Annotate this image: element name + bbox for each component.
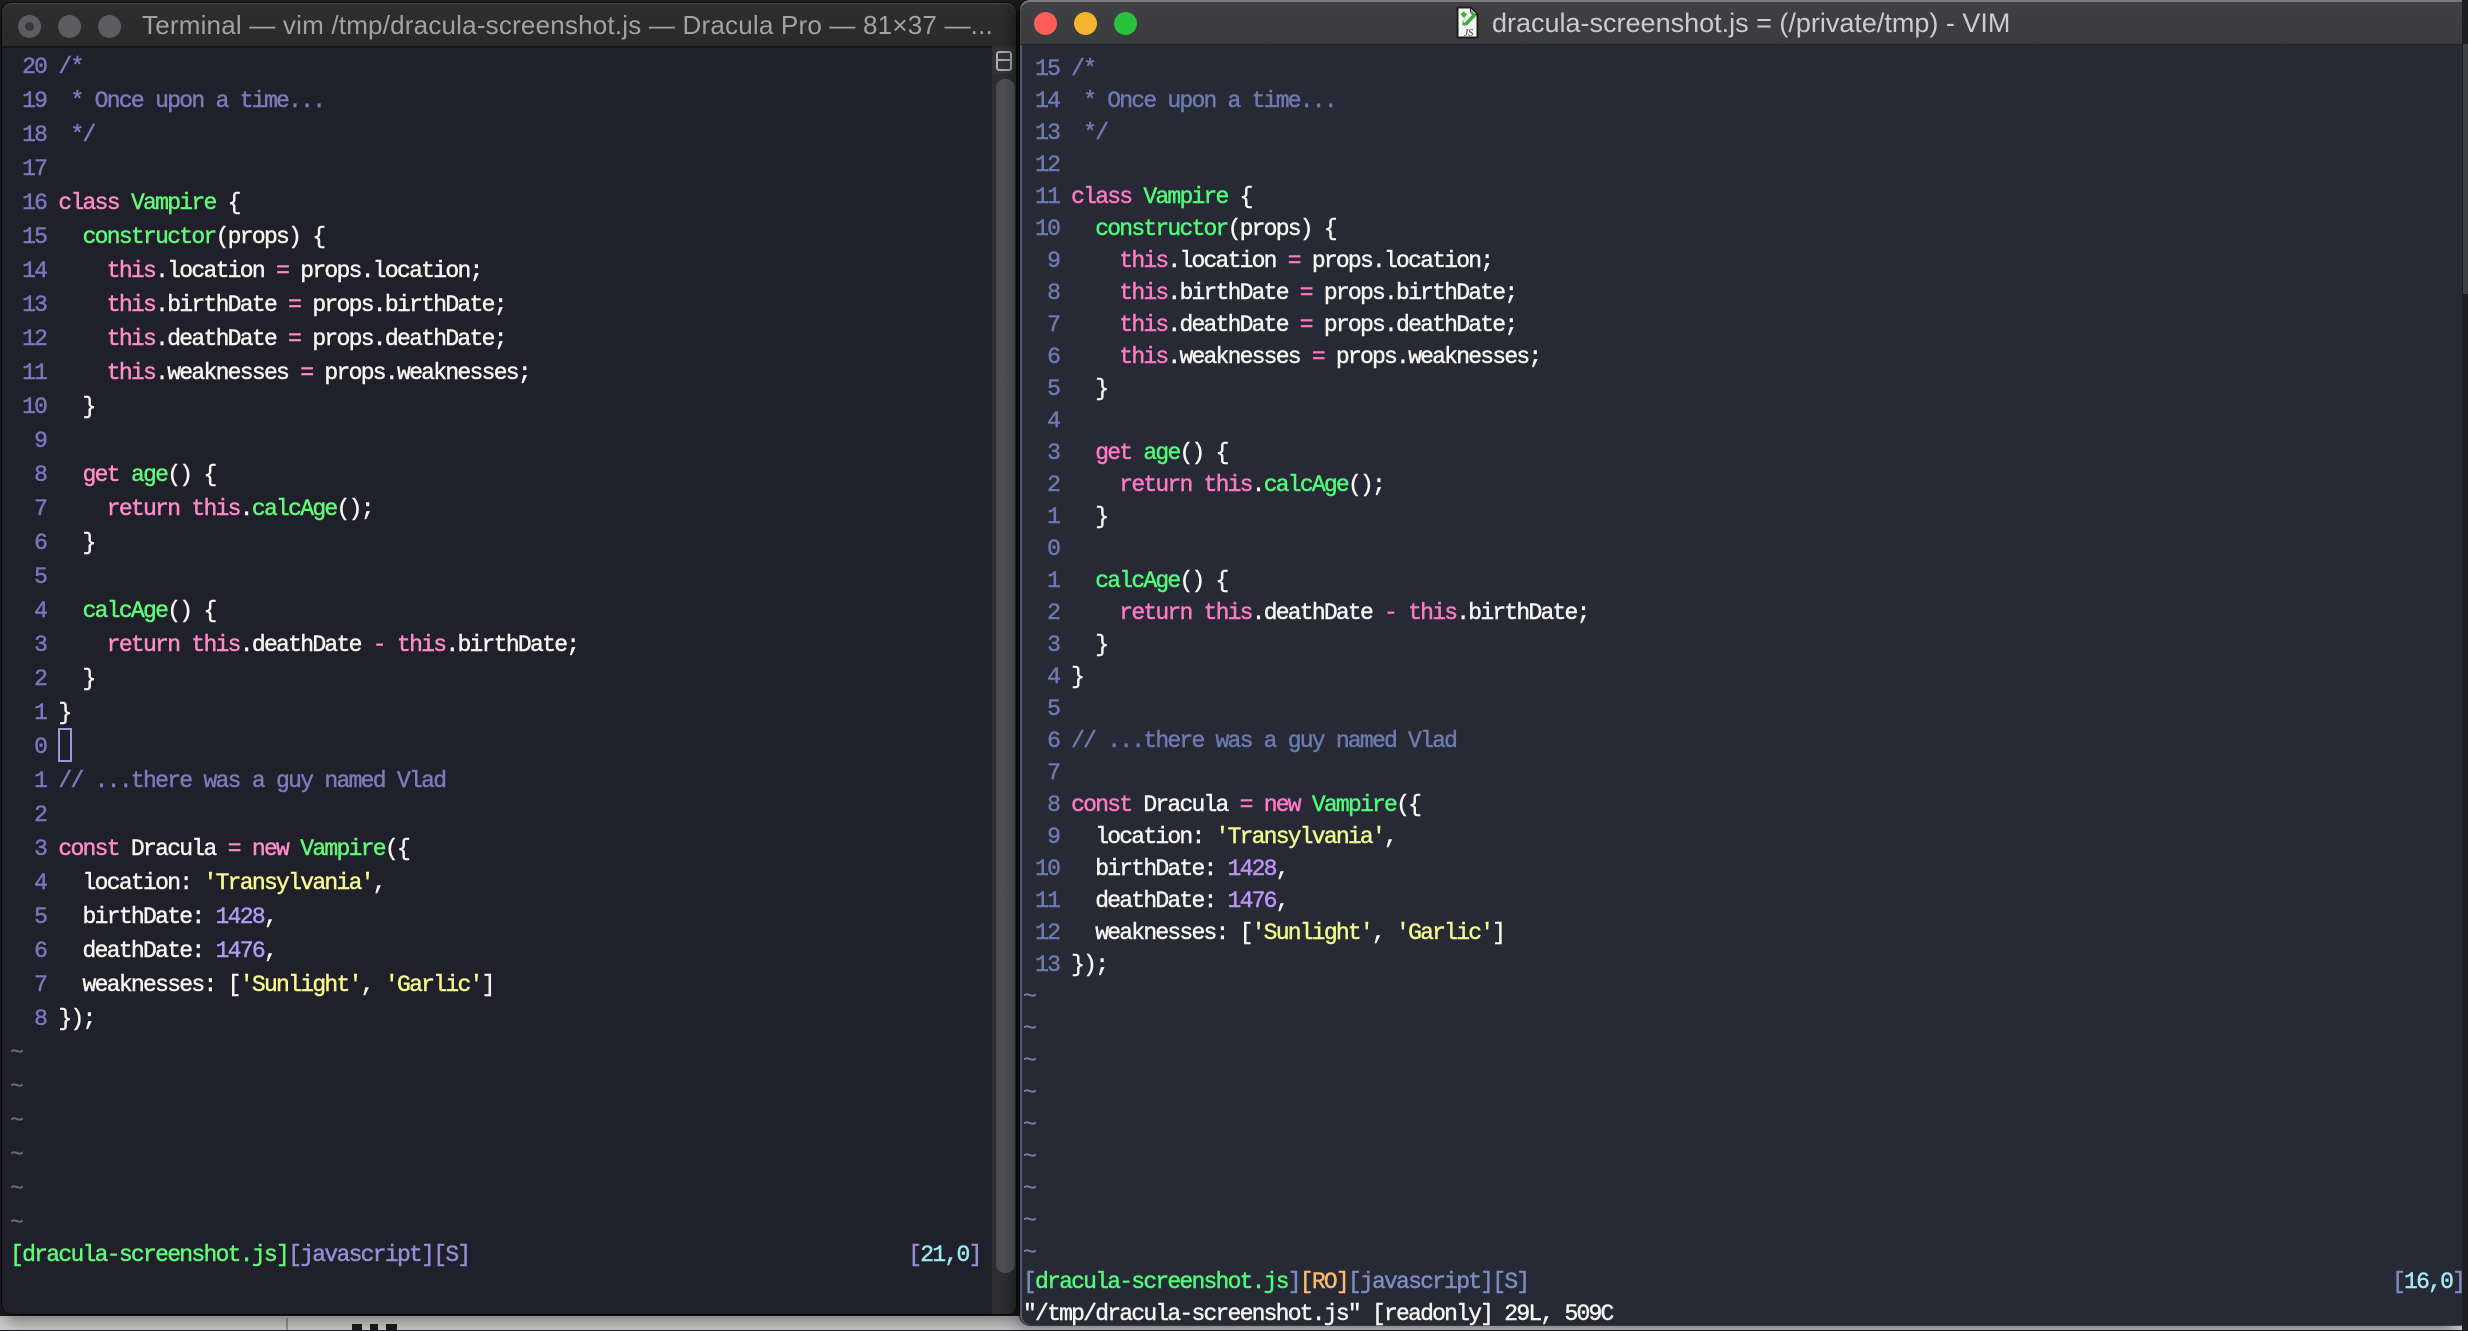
svg-text:JS: JS [1464, 28, 1473, 39]
